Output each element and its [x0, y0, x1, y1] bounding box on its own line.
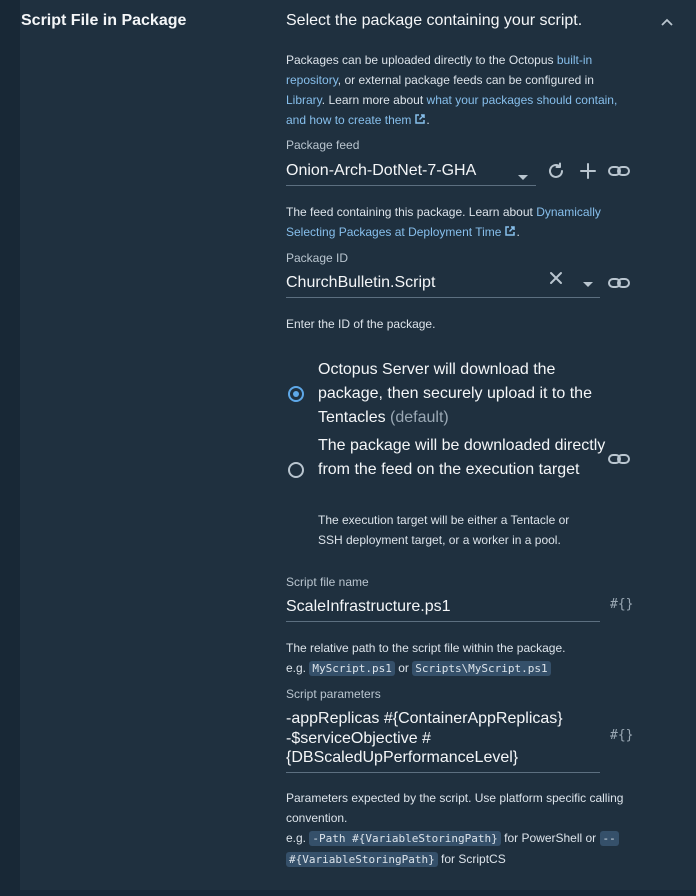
- eg-label: e.g.: [286, 661, 307, 675]
- section-summary[interactable]: Select the package containing your scrip…: [286, 12, 582, 30]
- link-icon[interactable]: [608, 160, 630, 182]
- script-file-examples: e.g. MyScript.ps1 or Scripts\MyScript.ps…: [286, 658, 636, 679]
- package-feed-help: The feed containing this package. Learn …: [286, 202, 636, 242]
- intro-help-text: Packages can be uploaded directly to the…: [286, 50, 636, 130]
- or-label: or: [398, 661, 409, 675]
- intro-text-1: Packages can be uploaded directly to the…: [286, 53, 557, 67]
- script-file-underline: [286, 621, 600, 622]
- script-params-line: {DBScaledUpPerformanceLevel}: [286, 749, 519, 766]
- section-bottom-border: [0, 890, 696, 896]
- package-id-underline: [286, 297, 600, 298]
- add-icon[interactable]: [577, 160, 599, 182]
- example-code: -Path #{VariableStoringPath}: [309, 831, 501, 846]
- package-feed-select[interactable]: Onion-Arch-DotNet-7-GHA: [286, 162, 476, 180]
- external-link-icon[interactable]: [504, 223, 516, 236]
- script-params-line: -$serviceObjective #: [286, 729, 431, 747]
- link-icon[interactable]: [608, 272, 630, 294]
- radio-server-download-label[interactable]: Octopus Server will download the package…: [318, 358, 608, 430]
- left-gutter: [0, 0, 20, 896]
- insert-variable-button[interactable]: #{}: [610, 597, 633, 612]
- radio-server-download[interactable]: [288, 386, 304, 402]
- package-id-input[interactable]: ChurchBulletin.Script: [286, 274, 435, 292]
- default-tag: (default): [390, 409, 449, 426]
- library-link[interactable]: Library: [286, 93, 322, 107]
- script-params-label: Script parameters: [286, 687, 381, 701]
- package-feed-label: Package feed: [286, 138, 360, 152]
- package-feed-underline: [286, 185, 536, 186]
- example-code: #{VariableStoringPath}: [286, 852, 438, 867]
- refresh-icon[interactable]: [545, 160, 567, 182]
- radio-target-download-help: The execution target will be either a Te…: [318, 513, 570, 547]
- insert-variable-button[interactable]: #{}: [610, 728, 633, 743]
- package-id-help: Enter the ID of the package.: [286, 317, 436, 331]
- example-code: MyScript.ps1: [309, 661, 395, 676]
- external-link-icon[interactable]: [414, 111, 426, 124]
- radio-server-download-text: Octopus Server will download the package…: [318, 361, 592, 426]
- script-file-help: The relative path to the script file wit…: [286, 638, 636, 679]
- script-file-label: Script file name: [286, 575, 369, 589]
- section-title: Script File in Package: [21, 12, 187, 29]
- example-code: --: [599, 831, 619, 846]
- intro-text-2: , or external package feeds can be confi…: [337, 73, 594, 87]
- intro-text-4: .: [426, 113, 430, 127]
- dropdown-arrow-icon[interactable]: [518, 168, 528, 184]
- example-code: Scripts\MyScript.ps1: [412, 661, 551, 676]
- package-feed-help-end: .: [516, 225, 520, 239]
- script-params-examples: e.g. -Path #{VariableStoringPath} for Po…: [286, 828, 631, 870]
- for-powershell-label: for PowerShell or: [504, 831, 597, 845]
- package-id-label: Package ID: [286, 251, 349, 265]
- chevron-up-icon[interactable]: [658, 14, 676, 32]
- radio-target-download[interactable]: [288, 462, 304, 478]
- script-file-help-text: The relative path to the script file wit…: [286, 641, 566, 655]
- dropdown-arrow-icon[interactable]: [583, 275, 593, 291]
- package-feed-help-text: The feed containing this package. Learn …: [286, 205, 537, 219]
- clear-icon[interactable]: [545, 267, 567, 289]
- eg-label: e.g.: [286, 831, 307, 845]
- script-file-input[interactable]: ScaleInfrastructure.ps1: [286, 598, 451, 616]
- script-params-input[interactable]: -appReplicas #{ContainerAppReplicas} -$s…: [286, 709, 600, 768]
- for-scriptcs-label: for ScriptCS: [441, 852, 506, 866]
- script-params-line: -appReplicas #{ContainerAppReplicas}: [286, 710, 563, 727]
- intro-text-3: . Learn more about: [321, 93, 427, 107]
- script-params-help-text: Parameters expected by the script. Use p…: [286, 791, 624, 825]
- radio-target-download-label[interactable]: The package will be downloaded directly …: [318, 434, 608, 482]
- script-params-underline: [286, 772, 600, 773]
- link-icon[interactable]: [608, 448, 630, 470]
- script-params-help: Parameters expected by the script. Use p…: [286, 788, 631, 870]
